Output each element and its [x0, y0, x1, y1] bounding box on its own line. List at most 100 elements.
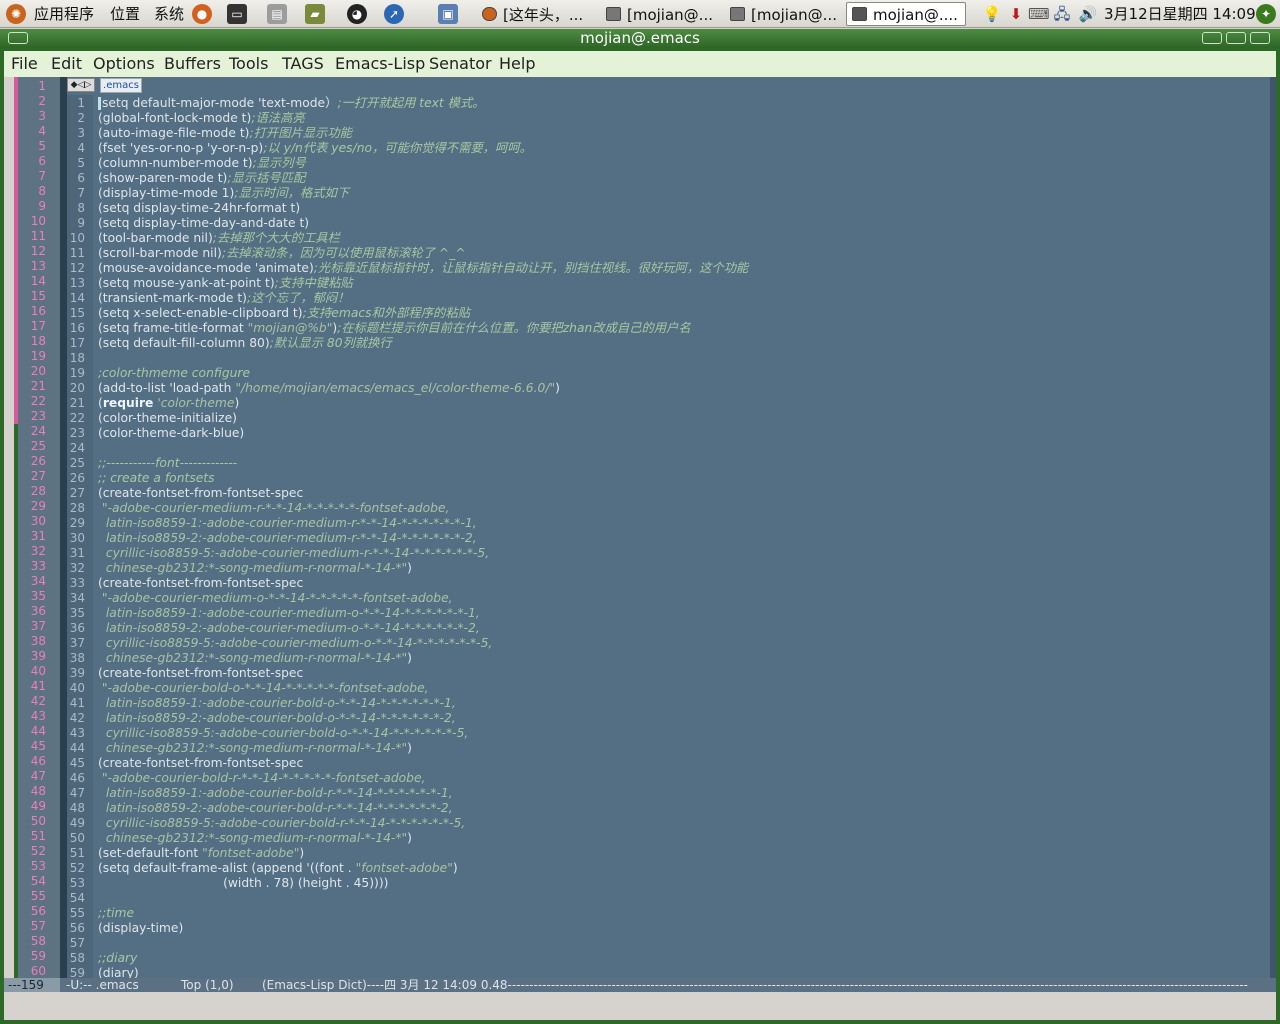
taskbar-item-firefox[interactable]: [这年头，...	[476, 2, 594, 26]
code-line[interactable]: (create-fontset-from-fontset-spec	[98, 576, 303, 591]
user-switch-icon[interactable]: ✦	[1256, 4, 1276, 24]
applications-menu[interactable]: 应用程序	[34, 0, 94, 28]
firefox-launcher-icon[interactable]: ●	[192, 4, 212, 24]
code-line[interactable]: (mouse-avoidance-mode 'animate);光标靠近鼠标指针…	[98, 261, 748, 276]
places-menu[interactable]: 位置	[110, 0, 140, 28]
terminal-launcher-icon[interactable]: ▭	[227, 4, 247, 24]
show-desktop-icon[interactable]: ▣	[438, 4, 458, 24]
maximize-button[interactable]	[1226, 32, 1246, 44]
update-notifier-icon[interactable]: ⬇	[1006, 4, 1026, 24]
code-line[interactable]: chinese-gb2312:*-song-medium-r-normal-*-…	[98, 651, 412, 666]
code-line[interactable]: (create-fontset-from-fontset-spec	[98, 756, 303, 771]
code-line[interactable]: (setq display-time-24hr-format t)	[98, 201, 300, 216]
code-line[interactable]: latin-iso8859-2:-adobe-courier-medium-r-…	[98, 531, 477, 546]
tab-scroll-arrows[interactable]: ◆◁▷	[67, 78, 95, 92]
code-line[interactable]: ;;diary	[98, 951, 137, 966]
code-line[interactable]: latin-iso8859-1:-adobe-courier-bold-r-*-…	[98, 786, 453, 801]
code-line[interactable]: (width . 78) (height . 45))))	[98, 876, 388, 891]
menu-senator[interactable]: Senator	[429, 51, 492, 77]
code-area[interactable]: setq default-major-mode 'text-mode）;一打开就…	[98, 95, 1258, 978]
code-line[interactable]: chinese-gb2312:*-song-medium-r-normal-*-…	[98, 561, 412, 576]
minimize-button[interactable]	[1202, 32, 1222, 44]
code-line[interactable]: (setq mouse-yank-at-point t);支持中键粘贴	[98, 276, 353, 291]
code-line[interactable]: (add-to-list 'load-path "/home/mojian/em…	[98, 381, 560, 396]
code-line[interactable]: ;; create a fontsets	[98, 471, 215, 486]
code-line[interactable]: cyrillic-iso8859-5:-adobe-courier-medium…	[98, 636, 493, 651]
menu-options[interactable]: Options	[93, 51, 155, 77]
code-line[interactable]: (scroll-bar-mode nil);去掉滚动条，因为可以使用鼠标滚轮了 …	[98, 246, 466, 261]
code-line[interactable]: (display-time)	[98, 921, 183, 936]
network-icon[interactable]: 🖧	[1052, 4, 1072, 24]
code-line[interactable]: (color-theme-initialize)	[98, 411, 237, 426]
menu-tools[interactable]: Tools	[229, 51, 268, 77]
code-line[interactable]: (diary)	[98, 966, 139, 978]
system-menu[interactable]: 系统	[154, 0, 184, 28]
taskbar-item-terminal-2[interactable]: [mojian@...	[724, 2, 842, 26]
code-line[interactable]: (setq default-fill-column 80);默认显示 80列就换…	[98, 336, 392, 351]
menu-help[interactable]: Help	[499, 51, 535, 77]
qq-launcher-icon[interactable]: ◕	[347, 4, 367, 24]
code-line[interactable]: (setq default-frame-alist (append '((fon…	[98, 861, 458, 876]
code-line[interactable]: (color-theme-dark-blue)	[98, 426, 244, 441]
code-line[interactable]: (setq frame-title-format "mojian@%b");在标…	[98, 321, 691, 336]
code-line[interactable]: (transient-mark-mode t);这个忘了，郁闷！	[98, 291, 350, 306]
code-line[interactable]: latin-iso8859-1:-adobe-courier-medium-r-…	[98, 516, 477, 531]
menu-emacs-lisp[interactable]: Emacs-Lisp	[335, 51, 425, 77]
code-line[interactable]: "-adobe-courier-bold-o-*-*-14-*-*-*-*-*-…	[98, 681, 429, 696]
code-line[interactable]: (column-number-mode t);显示列号	[98, 156, 306, 171]
window-divider[interactable]	[60, 77, 67, 978]
code-line[interactable]: (fset 'yes-or-no-p 'y-or-n-p);以 y/n代表 ye…	[98, 141, 532, 156]
code-line[interactable]: chinese-gb2312:*-song-medium-r-normal-*-…	[98, 831, 412, 846]
code-line[interactable]: (create-fontset-from-fontset-spec	[98, 666, 303, 681]
browser-launcher-icon[interactable]: ➚	[384, 4, 404, 24]
code-line[interactable]: (auto-image-file-mode t);打开图片显示功能	[98, 126, 352, 141]
taskbar-item-emacs[interactable]: mojian@....	[846, 2, 966, 26]
code-line[interactable]: latin-iso8859-1:-adobe-courier-medium-o-…	[98, 606, 480, 621]
minibuffer[interactable]	[4, 992, 1276, 1020]
code-line[interactable]: "-adobe-courier-medium-r-*-*-14-*-*-*-*-…	[98, 501, 450, 516]
editor-buffer[interactable]: ◆◁▷ .emacs 1 2 3 4 5 6 7 8 9 10 11 12 13 14 15 16 17 18 19…	[67, 77, 1270, 978]
code-line[interactable]: latin-iso8859-2:-adobe-courier-bold-r-*-…	[98, 801, 453, 816]
menu-file[interactable]: File	[11, 51, 38, 77]
window-titlebar[interactable]: mojian@.emacs	[0, 29, 1280, 48]
ubuntu-logo-icon[interactable]: ✺	[6, 4, 26, 24]
code-line[interactable]: (setq display-time-day-and-date t)	[98, 216, 309, 231]
code-line[interactable]: chinese-gb2312:*-song-medium-r-normal-*-…	[98, 741, 412, 756]
menu-buffers[interactable]: Buffers	[164, 51, 221, 77]
code-line[interactable]: ;;-----------font-------------	[98, 456, 237, 471]
lightbulb-icon[interactable]: 💡	[982, 4, 1002, 24]
menu-tags[interactable]: TAGS	[282, 51, 324, 77]
window-menu-button[interactable]	[8, 32, 28, 44]
menu-edit[interactable]: Edit	[51, 51, 82, 77]
code-line[interactable]: (require 'color-theme)	[98, 396, 239, 411]
code-line[interactable]: cyrillic-iso8859-5:-adobe-courier-bold-r…	[98, 816, 465, 831]
keyboard-icon[interactable]: ⌨	[1028, 4, 1050, 24]
code-line[interactable]: (set-default-font "fontset-adobe")	[98, 846, 304, 861]
close-button[interactable]	[1250, 32, 1270, 44]
code-line[interactable]: latin-iso8859-2:-adobe-courier-medium-o-…	[98, 621, 480, 636]
tab-emacs-file[interactable]: .emacs	[100, 78, 142, 93]
code-line[interactable]: (tool-bar-mode nil);去掉那个大大的工具栏	[98, 231, 340, 246]
code-line[interactable]: (create-fontset-from-fontset-spec	[98, 486, 303, 501]
dictionary-launcher-icon[interactable]: ▰	[305, 4, 325, 24]
mode-line-status[interactable]: -U:-- .emacs	[66, 978, 139, 992]
code-line[interactable]: ;color-thmeme configure	[98, 366, 250, 381]
inner-line-number: 25	[69, 456, 85, 470]
volume-icon[interactable]: 🔊	[1078, 4, 1098, 24]
code-line[interactable]: setq default-major-mode 'text-mode）;一打开就…	[98, 96, 485, 111]
code-line[interactable]: "-adobe-courier-bold-r-*-*-14-*-*-*-*-*-…	[98, 771, 426, 786]
code-line[interactable]: cyrillic-iso8859-5:-adobe-courier-medium…	[98, 546, 489, 561]
code-line[interactable]: "-adobe-courier-medium-o-*-*-14-*-*-*-*-…	[98, 591, 453, 606]
printer-launcher-icon[interactable]: ▤	[267, 4, 287, 24]
clock[interactable]: 3月12日星期四 14:09	[1104, 0, 1256, 28]
mode-line-major-mode[interactable]: (Emacs-Lisp Dict)----四 3月 12 14:09 0.48-…	[262, 978, 1248, 992]
code-line[interactable]: (global-font-lock-mode t);语法高亮	[98, 111, 305, 126]
code-line[interactable]: cyrillic-iso8859-5:-adobe-courier-bold-o…	[98, 726, 469, 741]
taskbar-item-terminal-1[interactable]: [mojian@...	[600, 2, 718, 26]
code-line[interactable]: (display-time-mode 1);显示时间，格式如下	[98, 186, 349, 201]
code-line[interactable]: (setq x-select-enable-clipboard t);支持ema…	[98, 306, 470, 321]
code-line[interactable]: latin-iso8859-2:-adobe-courier-bold-o-*-…	[98, 711, 456, 726]
code-line[interactable]: ;;time	[98, 906, 134, 921]
code-line[interactable]: (show-paren-mode t);显示括号匹配	[98, 171, 305, 186]
code-line[interactable]: latin-iso8859-1:-adobe-courier-bold-o-*-…	[98, 696, 456, 711]
